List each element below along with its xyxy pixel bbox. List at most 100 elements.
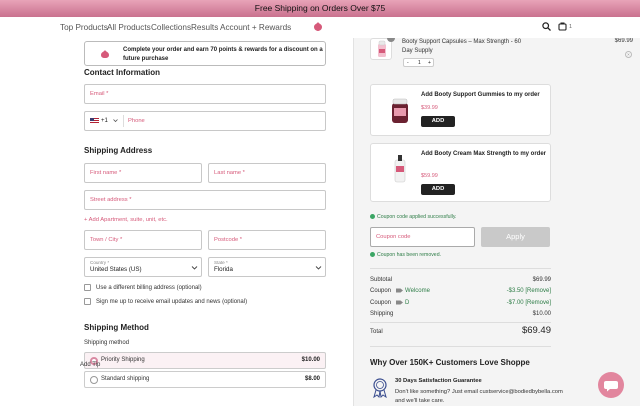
coupon-removed-text: Coupon has been removed. xyxy=(377,252,442,258)
coupon-code: D xyxy=(405,300,410,307)
remove-item-button[interactable]: × xyxy=(625,51,632,58)
town-city-input[interactable]: Town / City * xyxy=(84,230,202,250)
shipping-radio-standard[interactable] xyxy=(90,376,98,384)
us-flag-icon[interactable] xyxy=(90,118,99,124)
cart-count-badge: 1 xyxy=(569,24,573,30)
apply-coupon-button[interactable]: Apply xyxy=(481,227,550,247)
subtotal-value: $69.99 xyxy=(532,277,551,283)
coupon-code: Welcome xyxy=(405,288,430,295)
shipping-option-standard[interactable]: Standard shipping $8.00 xyxy=(84,371,326,388)
billing-address-checkbox[interactable] xyxy=(84,284,91,291)
shipping-row: Shipping $10.00 xyxy=(370,311,551,320)
add-gummies-button[interactable]: ADD xyxy=(421,116,455,127)
tag-icon xyxy=(396,288,404,293)
cart-line-item: Booty Support Capsules – Max Strength - … xyxy=(354,38,640,68)
country-label: Country * xyxy=(90,260,110,265)
summary-divider xyxy=(370,268,551,269)
nav-collections[interactable]: Collections xyxy=(151,23,191,32)
subtotal-label: Subtotal xyxy=(370,277,393,283)
tag-icon xyxy=(396,300,404,305)
rewards-logo-icon xyxy=(101,50,109,58)
cream-bottle-icon xyxy=(394,155,406,183)
shipping-option-name: Standard shipping xyxy=(101,376,150,382)
total-value: $69.49 xyxy=(521,325,551,336)
add-apartment-link[interactable]: + Add Apartment, suite, unit, etc. xyxy=(84,217,168,223)
postcode-input[interactable]: Postcode * xyxy=(208,230,326,250)
success-check-icon xyxy=(370,252,375,258)
shipping-method-sublabel: Shipping method xyxy=(84,340,130,346)
street-address-input[interactable]: Street address * xyxy=(84,190,326,210)
remove-coupon-link[interactable]: [Remove] xyxy=(525,300,551,306)
nav-top-products[interactable]: Top Products xyxy=(60,23,108,32)
quantity-value[interactable]: 1 xyxy=(418,59,421,67)
coupon-label: Coupon xyxy=(370,288,392,295)
first-name-input[interactable]: First name * xyxy=(84,163,202,183)
phone-divider xyxy=(123,115,124,127)
add-cream-button[interactable]: ADD xyxy=(421,184,455,195)
coupon-code-input[interactable]: Coupon code xyxy=(370,227,475,247)
phone-input[interactable]: Phone xyxy=(128,112,145,130)
nav-account-rewards[interactable]: Account + Rewards xyxy=(220,23,291,32)
shipping-option-name: Priority Shipping xyxy=(101,357,145,363)
increment-button[interactable]: + xyxy=(428,59,431,67)
coupon-discount: -$7.00 xyxy=(506,300,524,306)
why-customers-heading: Why Over 150K+ Customers Love Shoppe xyxy=(370,358,530,367)
search-icon[interactable] xyxy=(542,22,551,31)
coupon-row-d: Coupon D -$7.00 [Remove] xyxy=(370,300,551,309)
coupon-removed-message: Coupon has been removed. xyxy=(370,252,441,258)
chevron-down-icon[interactable] xyxy=(191,264,198,271)
billing-address-label[interactable]: Use a different billing address (optiona… xyxy=(96,284,202,292)
upsell-product-price: $59.99 xyxy=(421,173,438,179)
order-summary-panel: Booty Support Capsules – Max Strength - … xyxy=(353,38,640,406)
success-check-icon xyxy=(370,214,375,220)
shipping-address-heading: Shipping Address xyxy=(84,146,153,155)
coupon-label: Coupon xyxy=(370,300,392,307)
decrement-button[interactable]: - xyxy=(407,59,409,67)
add-tip-label[interactable]: Add Tip xyxy=(80,362,100,368)
country-code[interactable]: +1 xyxy=(101,112,108,130)
chat-button[interactable] xyxy=(598,372,624,398)
coupon-discount: -$3.50 xyxy=(506,288,524,294)
cart-icon[interactable] xyxy=(558,22,567,31)
award-ribbon-icon xyxy=(373,378,387,398)
upsell-card-gummies: Add Booty Support Gummies to my order $3… xyxy=(370,84,551,136)
cart-product-price: $69.99 xyxy=(614,38,633,44)
email-input[interactable]: Email * xyxy=(84,84,326,104)
state-label: State * xyxy=(214,260,228,265)
coupon-applied-message: Coupon code applied successfully. xyxy=(370,214,457,220)
total-row: Total $69.49 xyxy=(370,325,551,337)
guarantee-text: Don't like something? Just email custser… xyxy=(395,389,563,404)
country-select[interactable]: Country * United States (US) xyxy=(84,257,202,277)
checkout-form: Complete your order and earn 70 points &… xyxy=(0,38,353,406)
phone-field[interactable]: +1 Phone xyxy=(84,111,326,131)
brand-logo-icon[interactable] xyxy=(313,21,323,32)
state-value: Florida xyxy=(214,266,233,273)
chevron-down-icon[interactable] xyxy=(113,118,118,123)
email-updates-checkbox[interactable] xyxy=(84,298,91,305)
chevron-down-icon[interactable] xyxy=(315,264,322,271)
cart-product-name: Booty Support Capsules – Max Strength - … xyxy=(402,39,522,54)
subtotal-row: Subtotal $69.99 xyxy=(370,277,551,286)
shipping-value: $10.00 xyxy=(532,311,551,317)
shipping-method-heading: Shipping Method xyxy=(84,323,149,332)
rewards-promo-box: Complete your order and earn 70 points &… xyxy=(84,41,326,66)
remove-coupon-link[interactable]: [Remove] xyxy=(525,288,551,294)
nav-results[interactable]: Results xyxy=(191,23,218,32)
summary-divider xyxy=(370,346,551,347)
state-select[interactable]: State * Florida xyxy=(208,257,326,277)
nav-all-products[interactable]: All Products xyxy=(107,23,151,32)
coupon-applied-text: Coupon code applied successfully. xyxy=(377,214,457,220)
upsell-product-name: Add Booty Cream Max Strength to my order xyxy=(421,151,547,157)
summary-divider xyxy=(370,322,551,323)
shipping-option-price: $10.00 xyxy=(301,357,320,363)
last-name-input[interactable]: Last name * xyxy=(208,163,326,183)
shipping-option-priority[interactable]: Priority Shipping $10.00 xyxy=(84,352,326,369)
guarantee-title: 30 Days Satisfaction Guarantee xyxy=(395,378,482,384)
quantity-stepper[interactable]: - 1 + xyxy=(403,58,434,67)
chat-bubble-icon[interactable] xyxy=(598,372,624,398)
shipping-option-price: $8.00 xyxy=(304,376,320,382)
country-value: United States (US) xyxy=(90,266,142,273)
upsell-card-cream: Add Booty Cream Max Strength to my order… xyxy=(370,143,551,202)
shipping-label: Shipping xyxy=(370,311,394,317)
email-updates-label[interactable]: Sign me up to receive email updates and … xyxy=(96,298,247,306)
